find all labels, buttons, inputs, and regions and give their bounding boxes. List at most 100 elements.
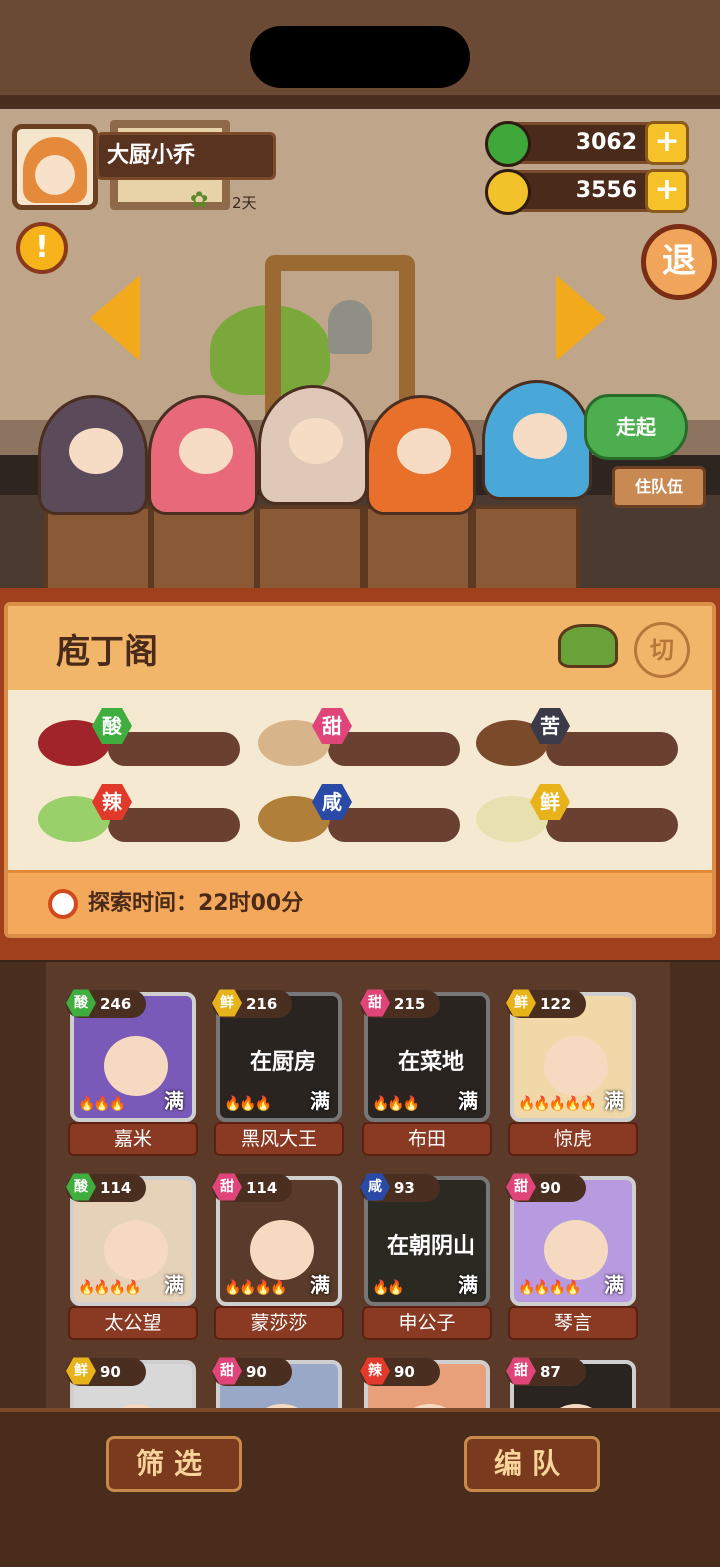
team-character-3[interactable] <box>258 385 368 505</box>
character-name: 嘉米 <box>68 1122 198 1156</box>
days-label: 2天 <box>232 194 257 212</box>
kitchen-scene <box>0 0 720 600</box>
camera-notch <box>250 26 470 88</box>
full-label: 满 <box>458 1273 478 1297</box>
coin-icon <box>485 169 531 215</box>
character-face <box>104 1220 168 1280</box>
alarm-clock-icon <box>48 889 78 919</box>
character-face <box>250 1220 314 1280</box>
filter-button[interactable]: 筛选 <box>106 1436 242 1492</box>
cut-button[interactable]: 切 <box>634 622 690 678</box>
bottom-bar: 筛选 编队 <box>0 1408 720 1567</box>
jade-amount: 3062 <box>575 130 637 155</box>
roster-frame-right <box>670 962 720 1410</box>
bell-icon[interactable] <box>328 300 372 354</box>
full-label: 满 <box>310 1273 330 1297</box>
character-name: 黑风大王 <box>214 1122 344 1156</box>
broccoli-icon <box>558 624 618 668</box>
roster-frame-left <box>0 962 46 1410</box>
flame-rating-icon: 🔥🔥🔥🔥 <box>224 1280 288 1296</box>
character-status: 在厨房 <box>249 1050 316 1075</box>
character-card[interactable]: 🔥🔥🔥 满 246 酸嘉米 <box>66 989 198 1160</box>
flavor-progress-track <box>328 732 460 766</box>
character-name: 布田 <box>362 1122 492 1156</box>
flame-rating-icon: 🔥🔥🔥 <box>78 1096 126 1112</box>
flavor-slot: 苦 <box>476 708 686 770</box>
panel-header: 庖丁阁 切 <box>8 606 712 690</box>
flame-rating-icon: 🔥🔥 <box>372 1280 405 1296</box>
jade-icon <box>485 121 531 167</box>
coin-amount: 3556 <box>575 178 637 203</box>
key-leaf-icon: ✿ <box>190 188 209 213</box>
flavor-slot: 咸 <box>258 784 468 846</box>
player-avatar[interactable] <box>12 124 98 210</box>
pedestal <box>256 505 364 595</box>
character-name: 琴言 <box>508 1306 638 1340</box>
character-name: 惊虎 <box>508 1122 638 1156</box>
character-status: 在菜地 <box>397 1050 464 1075</box>
flame-rating-icon: 🔥🔥🔥🔥 <box>518 1280 582 1296</box>
character-card[interactable]: 在菜地 🔥🔥🔥 满 215 甜布田 <box>360 989 492 1160</box>
player-name: 大厨小乔 <box>96 132 276 180</box>
character-status: 在朝阴山 <box>386 1234 475 1259</box>
flavor-slot: 酸 <box>38 708 248 770</box>
character-roster: 🔥🔥🔥 满 246 酸嘉米 在厨房 🔥🔥🔥 满 216 鲜黑风大王 在菜地 🔥🔥🔥 满 215 甜布田 🔥🔥… <box>46 962 670 1410</box>
panel-title: 庖丁阁 <box>56 632 158 672</box>
game-screen: 大厨小乔 ✿ 2天 3062 + 3556 + ! 退 走起 住队伍 庖丁阁 切… <box>0 0 720 1567</box>
exit-button[interactable]: 退 <box>641 224 717 300</box>
go-button[interactable]: 走起 <box>584 394 688 460</box>
pedestal <box>472 505 580 595</box>
character-card[interactable]: 在朝阴山 🔥🔥 满 93 咸申公子 <box>360 1173 492 1344</box>
team-sign[interactable]: 住队伍 <box>612 466 706 508</box>
character-card[interactable]: 87 甜 <box>506 1357 638 1410</box>
character-card[interactable]: 🔥🔥🔥🔥🔥 满 122 鲜惊虎 <box>506 989 638 1160</box>
flavor-progress-track <box>546 732 678 766</box>
full-label: 满 <box>604 1089 624 1113</box>
team-character-5[interactable] <box>482 380 592 500</box>
character-name: 申公子 <box>362 1306 492 1340</box>
flavor-progress-track <box>108 732 240 766</box>
alert-button[interactable]: ! <box>16 222 68 274</box>
flame-rating-icon: 🔥🔥🔥 <box>372 1096 420 1112</box>
explore-time-label: 探索时间：22时00分 <box>88 891 304 916</box>
flame-rating-icon: 🔥🔥🔥 <box>224 1096 272 1112</box>
character-card[interactable]: 🔥🔥🔥🔥 满 90 甜琴言 <box>506 1173 638 1344</box>
character-face <box>544 1036 608 1096</box>
character-face <box>104 1036 168 1096</box>
full-label: 满 <box>458 1089 478 1113</box>
jade-currency: 3062 + <box>485 121 689 167</box>
flavor-slot: 甜 <box>258 708 468 770</box>
top-shelf <box>0 95 720 109</box>
flame-rating-icon: 🔥🔥🔥🔥 <box>78 1280 142 1296</box>
pedestal <box>44 505 152 595</box>
flavor-slot: 辣 <box>38 784 248 846</box>
full-label: 满 <box>164 1089 184 1113</box>
team-character-1[interactable] <box>38 395 148 515</box>
full-label: 满 <box>164 1273 184 1297</box>
flavor-panel: 庖丁阁 切 酸甜苦辣咸鲜 探索时间：22时00分 <box>4 602 716 938</box>
character-card[interactable]: 🔥🔥🔥🔥 满 114 甜蒙莎莎 <box>212 1173 344 1344</box>
team-character-4[interactable] <box>366 395 476 515</box>
flame-rating-icon: 🔥🔥🔥🔥🔥 <box>518 1096 597 1112</box>
team-character-2[interactable] <box>148 395 258 515</box>
full-label: 满 <box>604 1273 624 1297</box>
add-jade-button[interactable]: + <box>645 121 689 165</box>
pedestal <box>364 505 472 595</box>
flavor-progress-track <box>108 808 240 842</box>
full-label: 满 <box>310 1089 330 1113</box>
add-coin-button[interactable]: + <box>645 169 689 213</box>
character-name: 蒙莎莎 <box>214 1306 344 1340</box>
coin-currency: 3556 + <box>485 169 689 215</box>
flavor-slot: 鲜 <box>476 784 686 846</box>
character-face <box>544 1220 608 1280</box>
character-card[interactable]: 🔥🔥🔥🔥 满 114 酸太公望 <box>66 1173 198 1344</box>
team-button[interactable]: 编队 <box>464 1436 600 1492</box>
flavor-progress-track <box>328 808 460 842</box>
character-card[interactable]: 90 甜 <box>212 1357 344 1410</box>
character-card[interactable]: 在厨房 🔥🔥🔥 满 216 鲜黑风大王 <box>212 989 344 1160</box>
character-name: 太公望 <box>68 1306 198 1340</box>
flavor-progress-track <box>546 808 678 842</box>
pedestal <box>150 505 258 595</box>
character-card[interactable]: 90 辣 <box>360 1357 492 1410</box>
character-card[interactable]: 90 鲜 <box>66 1357 198 1410</box>
